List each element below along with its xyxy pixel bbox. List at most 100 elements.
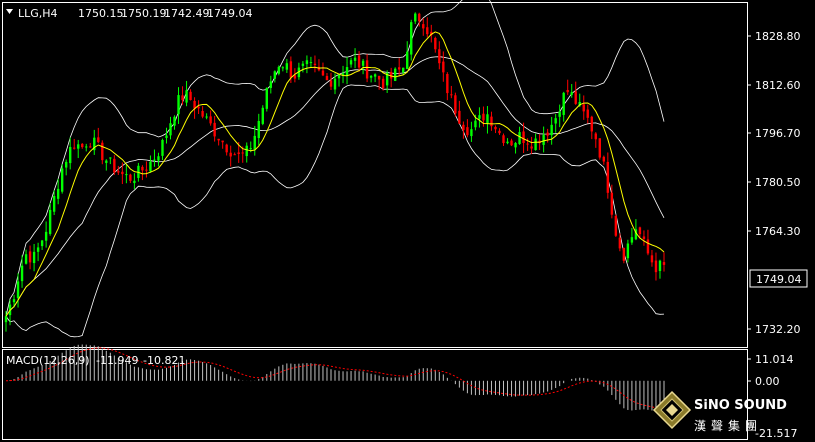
candle[interactable] (161, 138, 164, 160)
candle[interactable] (305, 55, 309, 74)
candle[interactable] (257, 113, 260, 146)
candlesticks[interactable] (4, 12, 666, 332)
candle[interactable] (466, 119, 469, 138)
candle[interactable] (73, 138, 76, 150)
candle[interactable] (406, 41, 409, 70)
candle[interactable] (650, 249, 654, 267)
candle[interactable] (36, 242, 40, 262)
candle[interactable] (233, 152, 236, 156)
candle[interactable] (365, 54, 369, 83)
candle[interactable] (558, 104, 561, 128)
candle[interactable] (393, 67, 397, 82)
candle[interactable] (337, 74, 341, 87)
candle[interactable] (478, 107, 481, 128)
candle[interactable] (24, 249, 28, 265)
candle[interactable] (32, 243, 36, 272)
candle[interactable] (490, 111, 493, 131)
candle[interactable] (554, 114, 557, 133)
candle[interactable] (89, 142, 92, 148)
candle[interactable] (658, 259, 662, 279)
candle[interactable] (197, 100, 200, 115)
candle[interactable] (221, 140, 224, 149)
candle[interactable] (225, 143, 228, 156)
candle[interactable] (458, 100, 461, 124)
candle[interactable] (614, 214, 618, 237)
candle[interactable] (369, 74, 373, 83)
candle[interactable] (205, 113, 208, 120)
candle[interactable] (530, 136, 533, 155)
candle[interactable] (173, 115, 176, 130)
candle[interactable] (81, 143, 84, 149)
candle[interactable] (28, 245, 32, 270)
candle[interactable] (285, 58, 289, 73)
candle[interactable] (414, 12, 417, 25)
candle[interactable] (177, 87, 180, 124)
candle[interactable] (165, 127, 168, 144)
candle[interactable] (502, 133, 505, 146)
candle[interactable] (109, 157, 112, 165)
candle[interactable] (566, 79, 569, 95)
candle[interactable] (229, 145, 232, 167)
candle[interactable] (542, 126, 545, 153)
candle[interactable] (317, 59, 321, 72)
candle[interactable] (506, 138, 509, 145)
candle[interactable] (446, 72, 449, 101)
candle[interactable] (301, 60, 305, 73)
candle[interactable] (153, 149, 156, 167)
candle[interactable] (654, 252, 658, 281)
candle[interactable] (201, 106, 204, 119)
candle[interactable] (44, 221, 48, 248)
candle[interactable] (253, 125, 256, 156)
candle[interactable] (189, 89, 192, 101)
candle[interactable] (97, 127, 100, 144)
candle[interactable] (145, 161, 148, 178)
candle[interactable] (602, 155, 606, 165)
candle[interactable] (550, 116, 553, 145)
candle[interactable] (213, 115, 216, 142)
candle[interactable] (349, 57, 353, 68)
candle[interactable] (434, 36, 437, 53)
candle[interactable] (329, 72, 333, 91)
candle[interactable] (125, 164, 128, 184)
candle[interactable] (69, 137, 72, 170)
candle[interactable] (85, 143, 88, 152)
candle[interactable] (217, 138, 220, 146)
candle[interactable] (385, 70, 389, 93)
candle[interactable] (606, 152, 610, 199)
candle[interactable] (442, 51, 445, 82)
candle[interactable] (361, 58, 365, 75)
candle[interactable] (634, 219, 638, 241)
candle[interactable] (265, 87, 268, 112)
candle[interactable] (410, 19, 413, 61)
candle[interactable] (77, 139, 80, 159)
candle[interactable] (169, 116, 172, 140)
candle[interactable] (426, 17, 429, 38)
candle[interactable] (269, 75, 273, 94)
trading-chart[interactable]: LLG,H4 1750.15 1750.19 1742.49 1749.04 1… (0, 0, 815, 442)
candle[interactable] (438, 41, 441, 70)
candle[interactable] (105, 159, 108, 171)
candle[interactable] (321, 62, 325, 77)
candle[interactable] (209, 110, 212, 126)
candle[interactable] (281, 66, 285, 72)
candle[interactable] (642, 230, 646, 246)
candle[interactable] (48, 202, 52, 236)
candle[interactable] (40, 239, 44, 250)
candle[interactable] (181, 86, 184, 105)
candle[interactable] (514, 142, 517, 154)
candle[interactable] (101, 140, 104, 165)
candle[interactable] (450, 85, 453, 99)
candle[interactable] (422, 18, 425, 36)
candle[interactable] (245, 142, 248, 163)
collapse-triangle-icon[interactable] (6, 9, 13, 14)
candle[interactable] (662, 252, 666, 272)
candle[interactable] (353, 48, 357, 69)
candle[interactable] (129, 173, 132, 184)
candle[interactable] (325, 72, 329, 81)
candle[interactable] (586, 104, 589, 124)
candle[interactable] (622, 247, 626, 264)
candle[interactable] (470, 121, 473, 142)
candle[interactable] (486, 106, 489, 134)
candle[interactable] (341, 65, 345, 84)
candle[interactable] (494, 125, 497, 134)
